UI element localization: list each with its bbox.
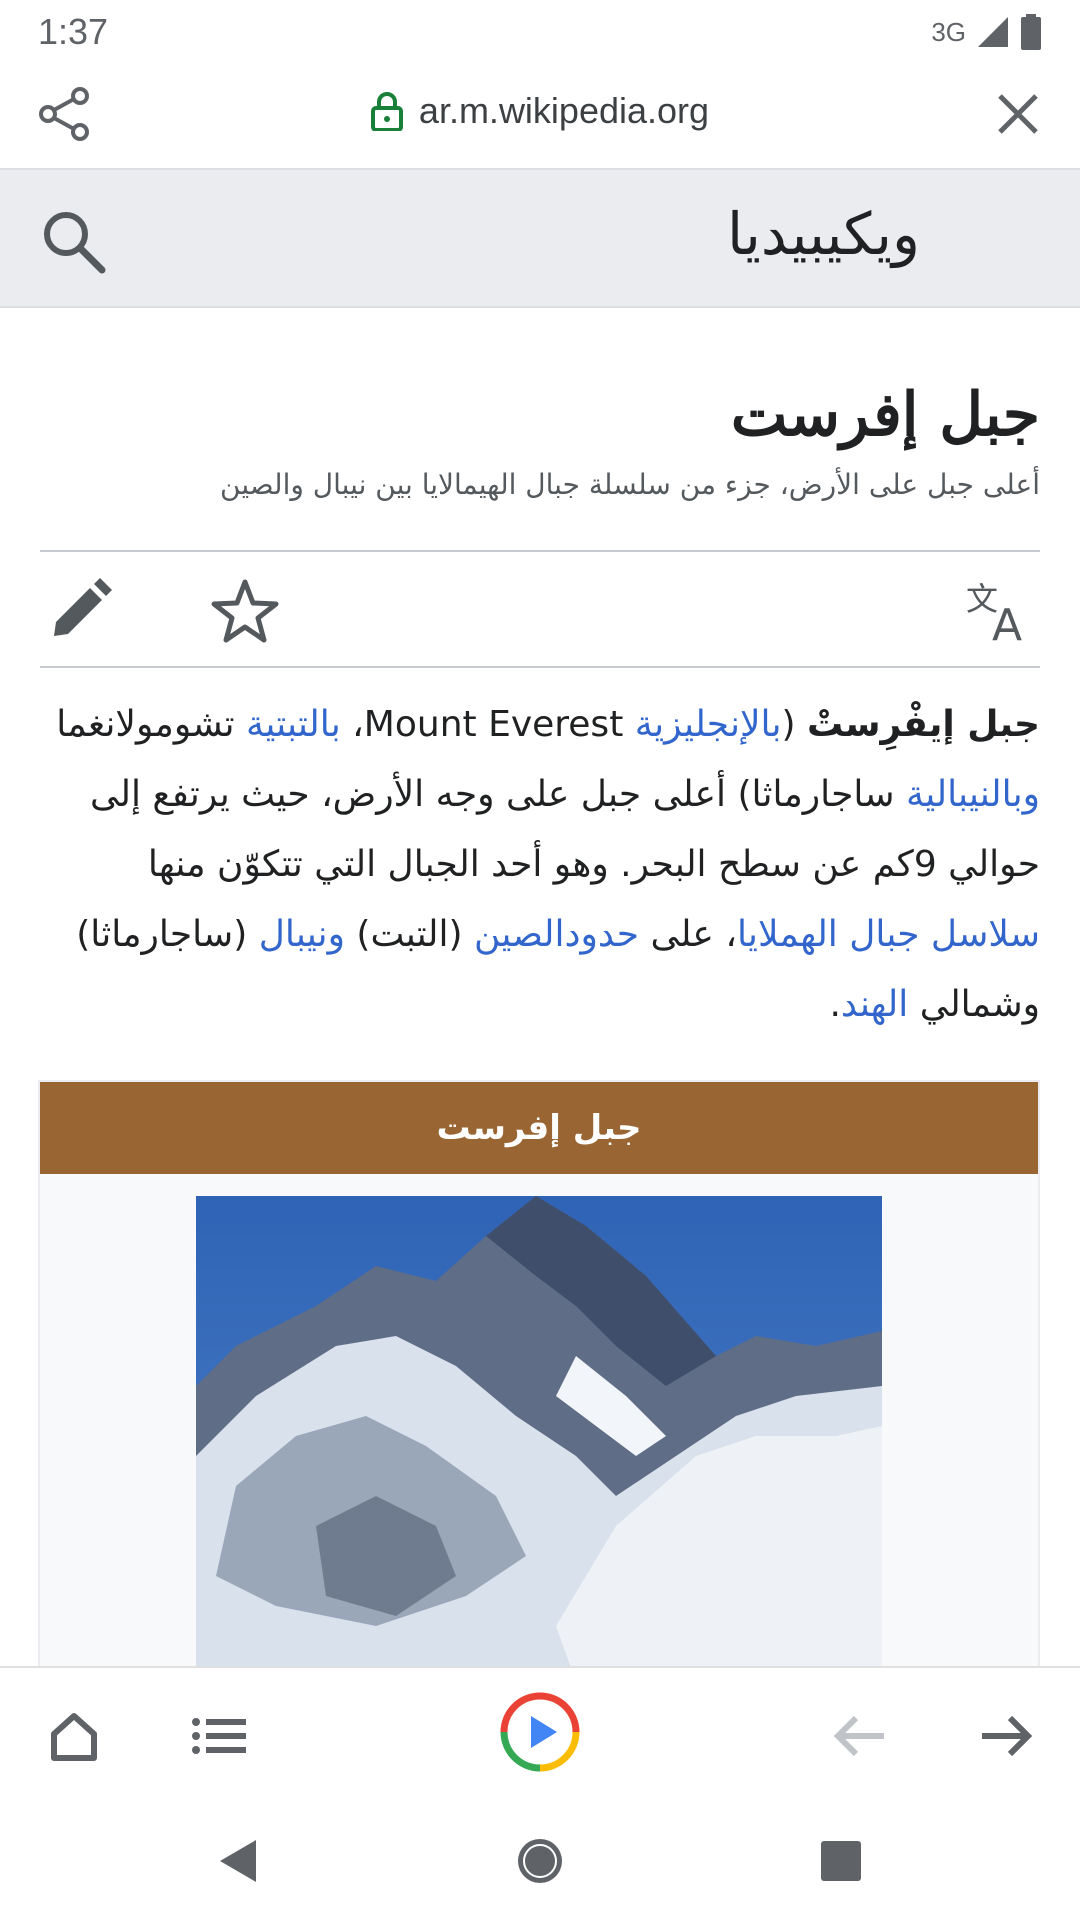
battery-icon [1021,14,1041,50]
divider-top [40,550,1040,552]
link-india[interactable]: الهند [841,984,908,1025]
page-actions: 文 A [40,554,1040,666]
link-tibetan[interactable]: بالتبتية [246,704,341,745]
url-text: ar.m.wikipedia.org [418,90,710,131]
article-intro: جبل إيفْرِستْ (بالإنجليزية Mount Everest… [40,690,1040,1040]
bottom-toolbar [0,1666,1080,1796]
network-type: 3G [931,16,966,47]
status-bar: 1:37 3G [0,0,1080,64]
system-navigation [0,1796,1080,1920]
link-himalaya[interactable]: سلاسل جبال الهملايا [737,914,1040,955]
pencil-icon[interactable] [44,576,114,646]
translate-icon[interactable]: 文 A [966,576,1036,646]
wikipedia-logo-text[interactable]: ويكيبيديا [727,200,920,268]
arrow-left-icon[interactable] [828,1704,892,1768]
divider-bottom [40,666,1040,668]
system-recents-icon[interactable] [816,1836,866,1886]
system-back-icon[interactable] [214,1836,264,1886]
text-fragment: ، على [639,914,737,955]
infobox: جبل إفرست [38,1080,1040,1682]
infobox-title: جبل إفرست [40,1082,1038,1174]
text-fragment: ( [781,704,808,745]
list-icon[interactable] [188,1704,252,1768]
star-icon[interactable] [210,576,280,646]
link-nepal[interactable]: ونيبال [259,914,345,955]
page-title: جبل إفرست [730,380,1040,450]
text-fragment: (التبت) [344,914,474,955]
text-fragment: ساجارماثا) أعلى جبل على وجه الأرض، حيث ي… [90,774,1040,885]
link-nepali[interactable]: وبالنيبالية [906,774,1040,815]
svg-text:A: A [992,600,1022,646]
system-home-icon[interactable] [515,1836,565,1886]
signal-icon [978,17,1008,47]
url-bar[interactable]: ar.m.wikipedia.org [0,90,1080,132]
home-icon[interactable] [42,1704,106,1768]
close-icon[interactable] [992,88,1044,140]
play-icon[interactable] [500,1692,580,1772]
mountain-image[interactable] [196,1196,882,1682]
english-name: Mount Everest، [340,704,635,745]
text-fragment: . [829,984,841,1025]
arrow-right-icon[interactable] [974,1704,1038,1768]
status-indicators: 3G [931,14,1042,50]
lock-icon [370,92,403,131]
custom-tab-toolbar: ar.m.wikipedia.org [0,64,1080,168]
search-icon[interactable] [38,206,108,276]
tibetan-name: تشومولانغما [56,704,247,745]
link-english[interactable]: بالإنجليزية [635,704,782,745]
wikipedia-header: ويكيبيديا [0,168,1080,308]
link-china-border[interactable]: حدودالصين [474,914,639,955]
page-description: أعلى جبل على الأرض، جزء من سلسلة جبال ال… [220,468,1040,501]
subject-name: جبل إيفْرِستْ [807,704,1040,745]
status-time: 1:37 [38,11,109,52]
